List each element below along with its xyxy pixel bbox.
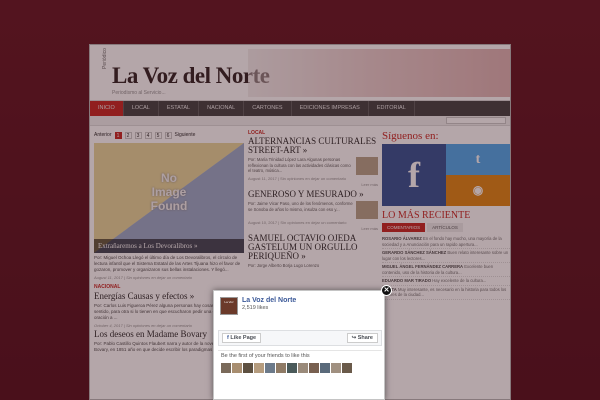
fb-action-bar: f Like Page ↪ Share — [218, 330, 382, 346]
share-icon: ↪ — [351, 335, 357, 341]
fb-icon: f — [227, 335, 229, 341]
fb-page-avatar[interactable]: La Voz — [220, 297, 238, 315]
avatar[interactable] — [265, 363, 275, 373]
avatar[interactable] — [221, 363, 231, 373]
avatar[interactable] — [232, 363, 242, 373]
avatar[interactable] — [309, 363, 319, 373]
avatar[interactable] — [243, 363, 253, 373]
fb-page-info: La Voz del Norte 2,519 likes — [242, 297, 296, 315]
close-icon[interactable]: ✕ — [381, 285, 392, 296]
fb-friend-faces — [221, 363, 352, 373]
avatar[interactable] — [320, 363, 330, 373]
avatar[interactable] — [298, 363, 308, 373]
avatar[interactable] — [276, 363, 286, 373]
avatar[interactable] — [254, 363, 264, 373]
avatar[interactable] — [342, 363, 352, 373]
fb-page-name[interactable]: La Voz del Norte — [242, 297, 296, 304]
facebook-popup: La Voz La Voz del Norte 2,519 likes f Li… — [213, 290, 385, 400]
fb-page-header: La Voz La Voz del Norte 2,519 likes — [214, 291, 384, 315]
avatar[interactable] — [331, 363, 341, 373]
fb-friends-text: Be the first of your friends to like thi… — [221, 353, 310, 359]
share-label: Share — [357, 335, 373, 341]
share-button[interactable]: ↪ Share — [346, 333, 378, 343]
divider — [218, 350, 382, 351]
avatar[interactable] — [287, 363, 297, 373]
like-page-button[interactable]: f Like Page — [222, 333, 262, 343]
like-page-label: Like Page — [230, 335, 257, 341]
fb-like-count: 2,519 likes — [242, 305, 269, 311]
